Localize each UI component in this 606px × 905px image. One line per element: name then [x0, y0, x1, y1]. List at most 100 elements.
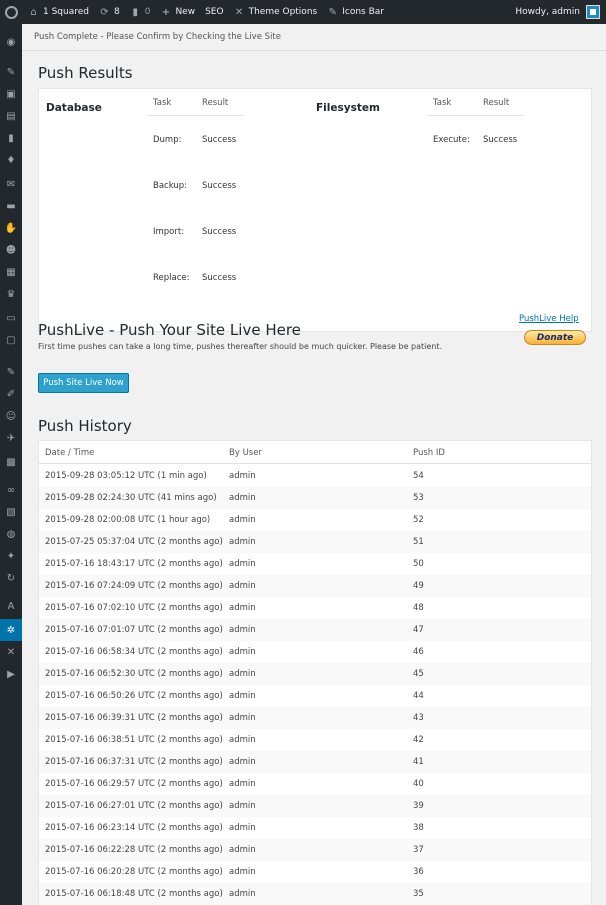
cell-user: admin — [229, 801, 256, 811]
side-menu-item-dashboard[interactable]: ◉ — [0, 31, 22, 53]
push-results-title: Push Results — [38, 64, 133, 82]
side-menu-item-play[interactable]: ▶ — [0, 663, 22, 685]
admin-bar: ⌂ 1 Squared ⟳ 8 ▮ 0 + New SEO ✕ Theme Op… — [0, 0, 606, 24]
cell-date: 2015-09-28 02:24:30 UTC (41 mins ago) — [45, 493, 217, 503]
push-site-live-button[interactable]: Push Site Live Now — [38, 373, 129, 393]
trophy-icon: ♛ — [6, 288, 16, 300]
cell-date: 2015-07-16 18:43:17 UTC (2 months ago) — [45, 559, 223, 569]
cell-user: admin — [229, 867, 256, 877]
side-menu-item-comments[interactable]: ▮ — [0, 127, 22, 149]
seo-label: SEO — [205, 7, 224, 17]
updates-icon: ⟳ — [100, 6, 109, 18]
font-icon: A — [7, 600, 15, 612]
pin-icon: ✎ — [328, 6, 337, 18]
twitter-icon: ✦ — [6, 550, 16, 562]
side-menu-item-twitter[interactable]: ✦ — [0, 545, 22, 567]
side-menu-item-globe[interactable]: ◍ — [0, 523, 22, 545]
database-row-result: Success — [202, 273, 237, 283]
portfolio-icon: ▬ — [6, 200, 16, 212]
diamond-icon: ♦ — [6, 154, 16, 166]
side-menu-item-pin[interactable]: ✎ — [0, 61, 22, 83]
donate-button[interactable]: Donate — [524, 330, 586, 345]
wrench-icon: ✈ — [6, 432, 16, 444]
cell-user: admin — [229, 889, 256, 899]
pin-icon: ✎ — [6, 66, 16, 78]
howdy-label: Howdy, admin — [515, 7, 580, 17]
comment-icon: ▮ — [132, 6, 138, 18]
column-header-date: Date / Time — [45, 448, 95, 458]
wp-logo-button[interactable] — [0, 0, 23, 24]
table-row: 2015-07-16 07:02:10 UTC (2 months ago) ad… — [39, 597, 591, 619]
side-menu-item-grid[interactable]: ▦ — [0, 261, 22, 283]
side-menu-item-thumbs-up[interactable]: ✋ — [0, 217, 22, 239]
table-row: 2015-09-28 02:00:08 UTC (1 hour ago) admi… — [39, 509, 591, 531]
cell-id: 44 — [413, 691, 424, 701]
cell-user: admin — [229, 691, 256, 701]
cell-id: 41 — [413, 757, 424, 767]
side-menu-item-pages[interactable]: ▤ — [0, 105, 22, 127]
cell-date: 2015-07-16 06:58:34 UTC (2 months ago) — [45, 647, 223, 657]
pushlive-title: PushLive - Push Your Site Live Here — [38, 321, 301, 339]
sync-icon: ↻ — [6, 572, 16, 584]
table-row: 2015-07-16 06:18:48 UTC (2 months ago) ad… — [39, 883, 591, 905]
cell-user: admin — [229, 603, 256, 613]
database-row-task: Import: — [153, 227, 185, 237]
link-icon: ∞ — [6, 484, 16, 496]
cell-id: 54 — [413, 471, 424, 481]
icons-bar-menu[interactable]: ✎ Icons Bar — [322, 0, 389, 24]
my-account-menu[interactable]: Howdy, admin — [510, 0, 606, 24]
cell-id: 37 — [413, 845, 424, 855]
side-menu-item-gallery[interactable]: ▧ — [0, 501, 22, 523]
side-menu-item-portfolio[interactable]: ▬ — [0, 195, 22, 217]
side-menu-item-trophy[interactable]: ♛ — [0, 283, 22, 305]
seo-menu[interactable]: SEO — [200, 0, 228, 24]
side-menu-item-user[interactable]: ☺ — [0, 405, 22, 427]
gear-icon: ✲ — [6, 624, 16, 636]
side-menu-item-plugin[interactable]: ✐ — [0, 383, 22, 405]
table-row: 2015-07-16 06:58:34 UTC (2 months ago) ad… — [39, 641, 591, 663]
side-menu-item-tools[interactable]: ✕ — [0, 641, 22, 663]
side-menu-item-settings-sub[interactable]: ▩ — [0, 451, 22, 473]
pushlive-help-link[interactable]: PushLive Help — [519, 314, 579, 324]
side-menu-item-wrench[interactable]: ✈ — [0, 427, 22, 449]
cell-id: 48 — [413, 603, 424, 613]
table-row: 2015-07-16 06:29:57 UTC (2 months ago) ad… — [39, 773, 591, 795]
filesystem-task-header: Task — [433, 98, 452, 108]
side-menu-item-brush[interactable]: ✎ — [0, 361, 22, 383]
side-menu-item-media[interactable]: ▣ — [0, 83, 22, 105]
side-menu-item-mail[interactable]: ✉ — [0, 173, 22, 195]
table-row: 2015-07-16 06:37:31 UTC (2 months ago) ad… — [39, 751, 591, 773]
theme-options-menu[interactable]: ✕ Theme Options — [229, 0, 323, 24]
cell-date: 2015-07-16 06:22:28 UTC (2 months ago) — [45, 845, 223, 855]
side-menu-item-slides[interactable]: ▭ — [0, 307, 22, 329]
cell-date: 2015-07-16 06:39:31 UTC (2 months ago) — [45, 713, 223, 723]
column-header-user: By User — [229, 448, 262, 458]
filesystem-row-result: Success — [483, 135, 518, 145]
side-menu-item-sync[interactable]: ↻ — [0, 567, 22, 589]
table-row: 2015-07-16 18:43:17 UTC (2 months ago) ad… — [39, 553, 591, 575]
cell-user: admin — [229, 493, 256, 503]
thumbs-up-icon: ✋ — [4, 222, 18, 234]
comments-count: 0 — [144, 7, 151, 17]
side-menu-item-font[interactable]: A — [0, 595, 22, 617]
side-menu-item-link[interactable]: ∞ — [0, 479, 22, 501]
table-row: 2015-07-16 06:39:31 UTC (2 months ago) ad… — [39, 707, 591, 729]
slides-icon: ▭ — [6, 312, 16, 324]
plugin-icon: ✐ — [6, 388, 16, 400]
cell-date: 2015-07-16 06:23:14 UTC (2 months ago) — [45, 823, 223, 833]
tools-icon: ✕ — [234, 6, 244, 18]
cell-date: 2015-07-16 07:24:09 UTC (2 months ago) — [45, 581, 223, 591]
side-menu-item-monitor[interactable]: ▢ — [0, 329, 22, 351]
side-menu-item-gear[interactable]: ✲ — [0, 619, 22, 641]
cell-id: 35 — [413, 889, 424, 899]
push-history-title: Push History — [38, 417, 132, 435]
new-content-link[interactable]: + New — [155, 0, 200, 24]
comments-link[interactable]: ▮ 0 — [125, 0, 156, 24]
updates-link[interactable]: ⟳ 8 — [94, 0, 125, 24]
mail-icon: ✉ — [6, 178, 16, 190]
site-name-link[interactable]: ⌂ 1 Squared — [23, 0, 94, 24]
tools-icon: ✕ — [6, 646, 16, 658]
side-menu-item-users-group[interactable]: ☻ — [0, 239, 22, 261]
brush-icon: ✎ — [6, 366, 16, 378]
side-menu-item-diamond[interactable]: ♦ — [0, 149, 22, 171]
